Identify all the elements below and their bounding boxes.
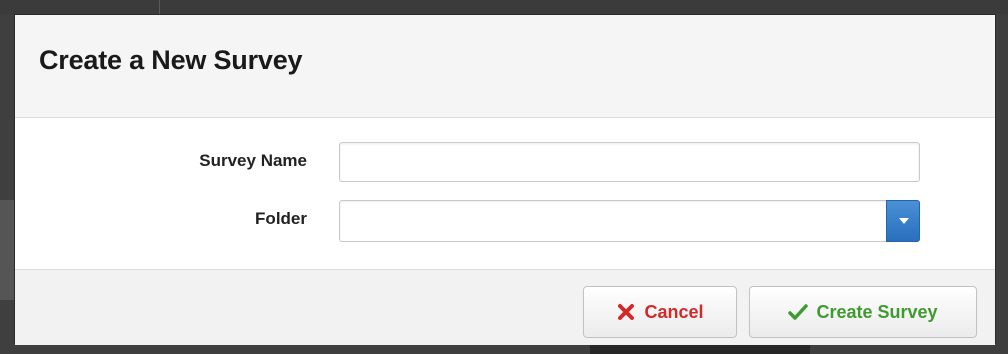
survey-name-label: Survey Name bbox=[199, 151, 307, 170]
survey-name-input[interactable] bbox=[339, 142, 920, 182]
dialog-header: Create a New Survey bbox=[15, 15, 995, 118]
create-survey-dialog: Create a New Survey Survey Name Folder C… bbox=[14, 14, 996, 345]
background-tab bbox=[60, 0, 160, 14]
cancel-button-label: Cancel bbox=[644, 301, 704, 322]
create-survey-button-label: Create Survey bbox=[816, 301, 938, 322]
folder-label: Folder bbox=[255, 209, 307, 228]
close-x-icon bbox=[616, 302, 636, 322]
create-survey-button[interactable]: Create Survey bbox=[749, 286, 977, 338]
folder-row: Folder bbox=[15, 199, 995, 243]
dialog-footer: Cancel Create Survey bbox=[15, 269, 995, 345]
chevron-down-icon bbox=[899, 218, 909, 224]
checkmark-icon bbox=[788, 302, 809, 322]
folder-dropdown-button[interactable] bbox=[886, 200, 920, 242]
survey-name-row: Survey Name bbox=[15, 141, 995, 185]
dialog-title: Create a New Survey bbox=[39, 45, 303, 75]
cancel-button[interactable]: Cancel bbox=[583, 286, 737, 338]
background-panel bbox=[0, 200, 14, 300]
folder-select[interactable] bbox=[339, 200, 920, 242]
